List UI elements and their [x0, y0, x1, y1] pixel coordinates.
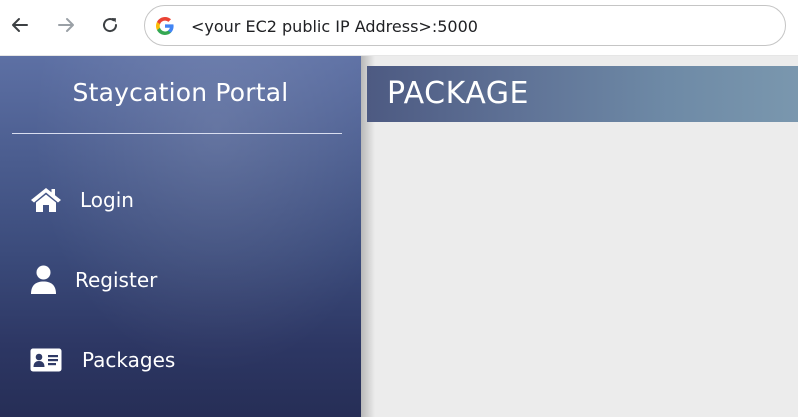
back-arrow-icon [12, 18, 28, 32]
sidebar-divider [12, 133, 342, 134]
sidebar-item-login[interactable]: Login [30, 180, 134, 220]
url-text: <your EC2 public IP Address>:5000 [191, 17, 478, 36]
sidebar-item-packages[interactable]: Packages [30, 340, 175, 380]
google-icon [156, 17, 174, 35]
sidebar: Staycation Portal Login Register Package… [0, 56, 361, 417]
browser-toolbar: <your EC2 public IP Address>:5000 [0, 0, 798, 56]
page-title: PACKAGE [387, 76, 529, 111]
id-card-icon [30, 348, 62, 372]
back-button[interactable] [7, 12, 33, 38]
sidebar-item-register[interactable]: Register [30, 260, 157, 300]
address-bar[interactable]: <your EC2 public IP Address>:5000 [144, 5, 786, 46]
sidebar-item-label: Login [80, 188, 134, 212]
portal-title: Staycation Portal [72, 78, 289, 107]
user-icon [30, 265, 57, 295]
reload-icon [103, 18, 118, 33]
sidebar-item-label: Register [75, 268, 158, 292]
forward-arrow-icon [58, 18, 74, 32]
page-header: PACKAGE [367, 66, 798, 122]
sidebar-item-label: Packages [82, 348, 176, 372]
home-icon [30, 187, 62, 213]
reload-button[interactable] [97, 12, 123, 38]
forward-button[interactable] [53, 12, 79, 38]
